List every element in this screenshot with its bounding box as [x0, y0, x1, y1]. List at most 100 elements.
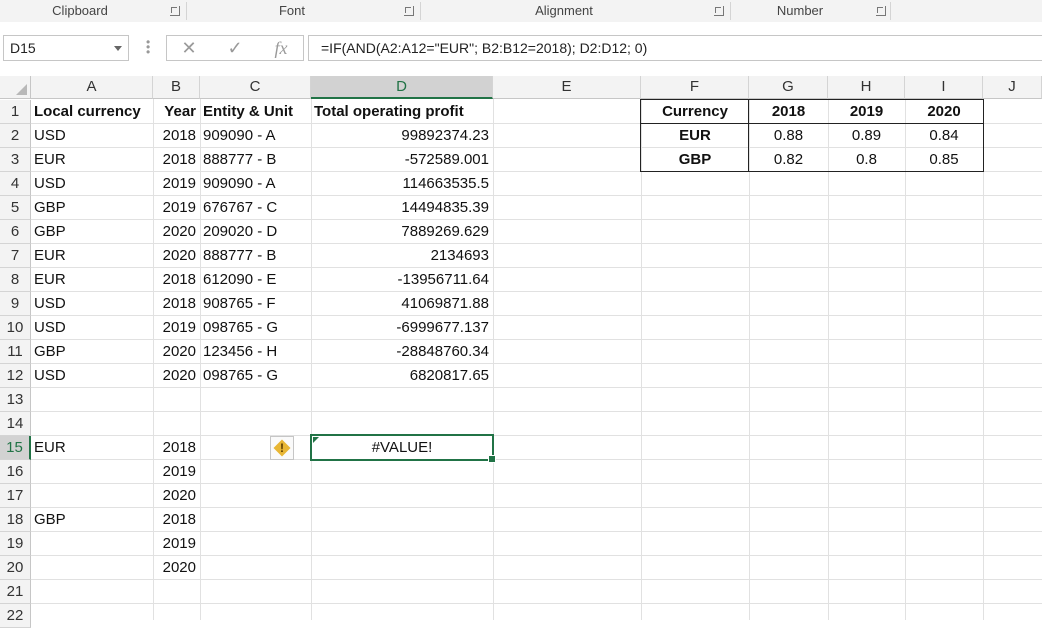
row-header[interactable]: 13 [0, 388, 31, 412]
cell-b1[interactable]: Year [153, 100, 200, 124]
table-cell[interactable]: 909090 - A [200, 124, 311, 148]
column-header-b[interactable]: B [153, 76, 200, 99]
row-header[interactable]: 6 [0, 220, 31, 244]
table-cell[interactable]: 41069871.88 [311, 292, 493, 316]
table-cell[interactable]: 888777 - B [200, 148, 311, 172]
table-cell[interactable]: -572589.001 [311, 148, 493, 172]
number-launcher-icon[interactable] [876, 6, 886, 16]
table-cell[interactable]: USD [31, 124, 153, 148]
table-cell[interactable]: EUR [31, 436, 153, 460]
row-header[interactable]: 11 [0, 340, 31, 364]
table-cell[interactable]: 2018 [153, 292, 200, 316]
table-cell[interactable]: 612090 - E [200, 268, 311, 292]
row-header[interactable]: 22 [0, 604, 31, 628]
row-header[interactable]: 16 [0, 460, 31, 484]
table-cell[interactable]: 114663535.5 [311, 172, 493, 196]
table-cell[interactable]: GBP [31, 220, 153, 244]
table-cell[interactable]: 2018 [153, 436, 200, 460]
table-cell[interactable]: 2020 [153, 484, 200, 508]
table-cell[interactable]: 2020 [153, 340, 200, 364]
table-cell[interactable]: 2018 [153, 508, 200, 532]
table-cell[interactable]: 2018 [153, 268, 200, 292]
cell-c1[interactable]: Entity & Unit [200, 100, 311, 124]
row-header[interactable]: 7 [0, 244, 31, 268]
row-header[interactable]: 15 [0, 436, 31, 460]
table-cell[interactable]: GBP [31, 196, 153, 220]
column-header-g[interactable]: G [749, 76, 828, 99]
table-cell[interactable]: USD [31, 172, 153, 196]
row-header[interactable]: 9 [0, 292, 31, 316]
table-cell[interactable]: EUR [31, 268, 153, 292]
row-header[interactable]: 4 [0, 172, 31, 196]
column-header-i[interactable]: I [905, 76, 983, 99]
fill-handle[interactable] [488, 455, 496, 463]
table-cell[interactable]: 888777 - B [200, 244, 311, 268]
row-header[interactable]: 17 [0, 484, 31, 508]
cancel-icon[interactable]: ✕ [171, 36, 207, 60]
table-cell[interactable]: EUR [31, 244, 153, 268]
table-cell[interactable]: 14494835.39 [311, 196, 493, 220]
table-cell[interactable]: 2134693 [311, 244, 493, 268]
active-cell-d15[interactable]: #VALUE! [310, 434, 496, 463]
table-cell[interactable]: 2018 [153, 124, 200, 148]
row-header[interactable]: 19 [0, 532, 31, 556]
clipboard-launcher-icon[interactable] [170, 6, 180, 16]
row-header[interactable]: 3 [0, 148, 31, 172]
table-cell[interactable]: 99892374.23 [311, 124, 493, 148]
table-cell[interactable]: 2019 [153, 532, 200, 556]
select-all-corner[interactable] [0, 76, 31, 99]
table-cell[interactable]: 209020 - D [200, 220, 311, 244]
formula-input[interactable]: =IF(AND(A2:A12="EUR"; B2:B12=2018); D2:D… [308, 35, 1042, 61]
table-cell[interactable]: USD [31, 292, 153, 316]
table-cell[interactable]: 2020 [153, 556, 200, 580]
table-cell[interactable]: GBP [31, 508, 153, 532]
table-cell[interactable]: 2019 [153, 460, 200, 484]
table-cell[interactable]: 123456 - H [200, 340, 311, 364]
row-header[interactable]: 5 [0, 196, 31, 220]
error-checking-button[interactable]: ! [270, 436, 294, 460]
table-cell[interactable]: -28848760.34 [311, 340, 493, 364]
row-header[interactable]: 21 [0, 580, 31, 604]
grip-dots-icon[interactable]: • • • [146, 36, 150, 58]
cell-a1[interactable]: Local currency [31, 100, 153, 124]
font-launcher-icon[interactable] [404, 6, 414, 16]
table-cell[interactable]: 2019 [153, 316, 200, 340]
table-cell[interactable]: GBP [31, 340, 153, 364]
table-cell[interactable]: EUR [31, 148, 153, 172]
insert-function-icon[interactable]: fx [263, 36, 299, 60]
row-header[interactable]: 20 [0, 556, 31, 580]
table-cell[interactable]: 2020 [153, 220, 200, 244]
row-header[interactable]: 2 [0, 124, 31, 148]
table-cell[interactable]: 7889269.629 [311, 220, 493, 244]
row-header[interactable]: 14 [0, 412, 31, 436]
table-cell[interactable]: -6999677.137 [311, 316, 493, 340]
alignment-launcher-icon[interactable] [714, 6, 724, 16]
column-header-j[interactable]: J [983, 76, 1042, 99]
table-cell[interactable]: 6820817.65 [311, 364, 493, 388]
table-cell[interactable]: 098765 - G [200, 316, 311, 340]
table-cell[interactable]: -13956711.64 [311, 268, 493, 292]
table-cell[interactable]: 2018 [153, 148, 200, 172]
chevron-down-icon[interactable] [114, 46, 122, 51]
row-header[interactable]: 18 [0, 508, 31, 532]
row-header[interactable]: 10 [0, 316, 31, 340]
row-header[interactable]: 8 [0, 268, 31, 292]
table-cell[interactable]: 909090 - A [200, 172, 311, 196]
table-cell[interactable]: 2019 [153, 196, 200, 220]
column-header-e[interactable]: E [493, 76, 641, 99]
table-cell[interactable]: 676767 - C [200, 196, 311, 220]
table-cell[interactable]: 098765 - G [200, 364, 311, 388]
table-cell[interactable]: 908765 - F [200, 292, 311, 316]
table-cell[interactable]: USD [31, 364, 153, 388]
row-header[interactable]: 1 [0, 100, 31, 124]
name-box[interactable]: D15 [3, 35, 129, 61]
column-header-d[interactable]: D [311, 76, 493, 99]
table-cell[interactable]: 2020 [153, 364, 200, 388]
column-header-a[interactable]: A [31, 76, 153, 99]
column-header-f[interactable]: F [641, 76, 749, 99]
enter-icon[interactable]: ✓ [217, 36, 253, 60]
table-cell[interactable]: USD [31, 316, 153, 340]
cell-d1[interactable]: Total operating profit [311, 100, 493, 124]
row-header[interactable]: 12 [0, 364, 31, 388]
table-cell[interactable]: 2020 [153, 244, 200, 268]
